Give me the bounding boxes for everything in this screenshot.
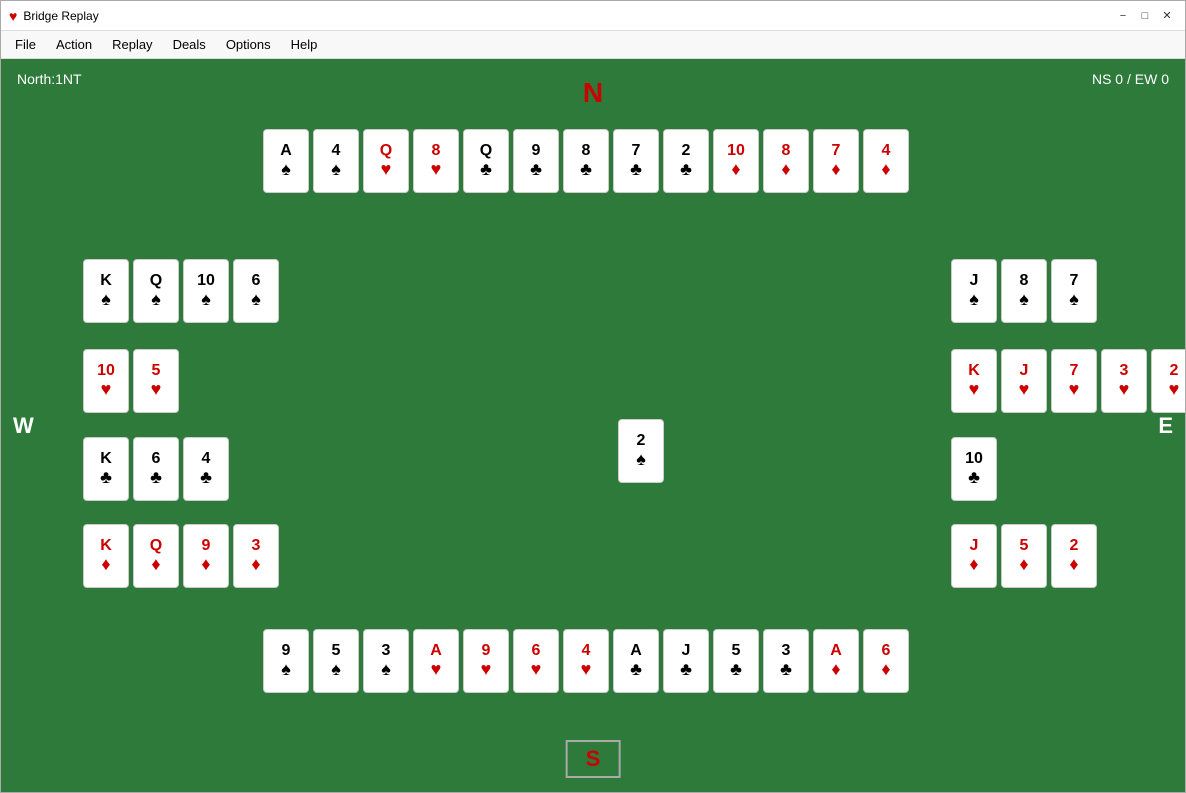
card[interactable]: 4♣ xyxy=(183,437,229,501)
west-label: W xyxy=(13,413,34,439)
north-label: N xyxy=(583,77,603,109)
menu-replay[interactable]: Replay xyxy=(102,33,162,56)
card[interactable]: 10♠ xyxy=(183,259,229,323)
card[interactable]: 10♣ xyxy=(951,437,997,501)
card[interactable]: 7♠ xyxy=(1051,259,1097,323)
card[interactable]: 8♣ xyxy=(563,129,609,193)
card[interactable]: K♣ xyxy=(83,437,129,501)
card[interactable]: 4♥ xyxy=(563,629,609,693)
card[interactable]: 6♠ xyxy=(233,259,279,323)
card[interactable]: J♥ xyxy=(1001,349,1047,413)
game-area: North:1NT NS 0 / EW 0 N W E S A♠4♠Q♥8♥Q♣… xyxy=(1,59,1185,792)
card[interactable]: Q♠ xyxy=(133,259,179,323)
card[interactable]: 5♣ xyxy=(713,629,759,693)
close-button[interactable]: ✕ xyxy=(1157,6,1177,26)
card[interactable]: J♣ xyxy=(663,629,709,693)
score-label: NS 0 / EW 0 xyxy=(1092,71,1169,87)
card[interactable]: 6♣ xyxy=(133,437,179,501)
menu-options[interactable]: Options xyxy=(216,33,281,56)
title-heart-icon: ♥ xyxy=(9,8,17,24)
card[interactable]: K♦ xyxy=(83,524,129,588)
menu-action[interactable]: Action xyxy=(46,33,102,56)
menu-file[interactable]: File xyxy=(5,33,46,56)
menu-help[interactable]: Help xyxy=(281,33,328,56)
card[interactable]: 7♥ xyxy=(1051,349,1097,413)
main-window: ♥ Bridge Replay − □ ✕ File Action Replay… xyxy=(0,0,1186,793)
maximize-button[interactable]: □ xyxy=(1135,6,1155,26)
card[interactable]: A♥ xyxy=(413,629,459,693)
card[interactable]: 9♥ xyxy=(463,629,509,693)
card[interactable]: A♦ xyxy=(813,629,859,693)
card[interactable]: 2♣ xyxy=(663,129,709,193)
card[interactable]: 3♣ xyxy=(763,629,809,693)
card[interactable]: A♣ xyxy=(613,629,659,693)
card[interactable]: 9♣ xyxy=(513,129,559,193)
title-text: Bridge Replay xyxy=(23,9,98,23)
card[interactable]: 9♠ xyxy=(263,629,309,693)
card[interactable]: 5♥ xyxy=(133,349,179,413)
card[interactable]: Q♥ xyxy=(363,129,409,193)
card[interactable]: 8♥ xyxy=(413,129,459,193)
contract-label: North:1NT xyxy=(17,71,82,87)
card[interactable]: 6♦ xyxy=(863,629,909,693)
card[interactable]: 5♠ xyxy=(313,629,359,693)
card[interactable]: 7♣ xyxy=(613,129,659,193)
card[interactable]: 10♥ xyxy=(83,349,129,413)
title-bar-controls: − □ ✕ xyxy=(1113,6,1177,26)
card[interactable]: 3♠ xyxy=(363,629,409,693)
card[interactable]: 2♦ xyxy=(1051,524,1097,588)
card[interactable]: 10♦ xyxy=(713,129,759,193)
card[interactable]: 2♥ xyxy=(1151,349,1185,413)
menu-bar: File Action Replay Deals Options Help xyxy=(1,31,1185,59)
card[interactable]: Q♦ xyxy=(133,524,179,588)
card[interactable]: K♥ xyxy=(951,349,997,413)
east-label: E xyxy=(1158,413,1173,439)
card[interactable]: 8♠ xyxy=(1001,259,1047,323)
card[interactable]: 8♦ xyxy=(763,129,809,193)
card[interactable]: K♠ xyxy=(83,259,129,323)
card[interactable]: 3♦ xyxy=(233,524,279,588)
card[interactable]: 2♠ xyxy=(618,419,664,483)
south-indicator: S xyxy=(566,740,621,778)
card[interactable]: A♠ xyxy=(263,129,309,193)
card[interactable]: 5♦ xyxy=(1001,524,1047,588)
card[interactable]: 3♥ xyxy=(1101,349,1147,413)
title-bar: ♥ Bridge Replay − □ ✕ xyxy=(1,1,1185,31)
card[interactable]: 7♦ xyxy=(813,129,859,193)
card[interactable]: J♦ xyxy=(951,524,997,588)
minimize-button[interactable]: − xyxy=(1113,6,1133,26)
title-bar-left: ♥ Bridge Replay xyxy=(9,8,99,24)
card[interactable]: 6♥ xyxy=(513,629,559,693)
card[interactable]: 4♠ xyxy=(313,129,359,193)
menu-deals[interactable]: Deals xyxy=(163,33,216,56)
card[interactable]: 4♦ xyxy=(863,129,909,193)
card[interactable]: 9♦ xyxy=(183,524,229,588)
card[interactable]: J♠ xyxy=(951,259,997,323)
card[interactable]: Q♣ xyxy=(463,129,509,193)
